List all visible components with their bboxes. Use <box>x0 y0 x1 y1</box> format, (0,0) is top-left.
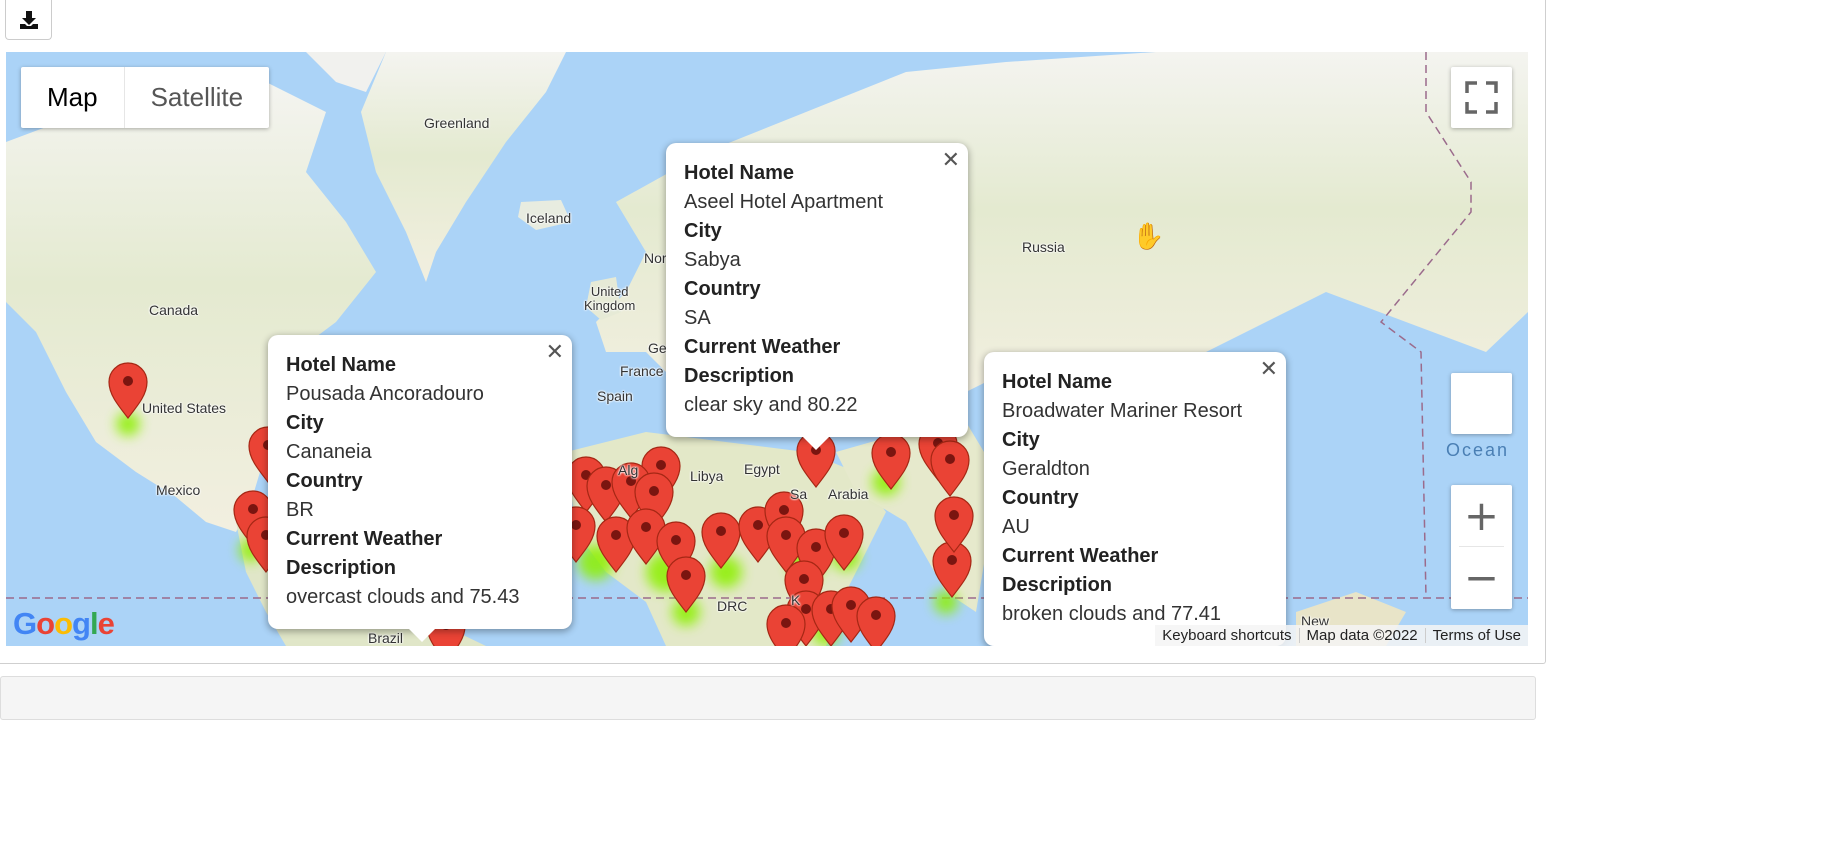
map-type-map-button[interactable]: Map <box>21 67 125 128</box>
download-icon <box>19 10 38 29</box>
country-value: SA <box>684 307 711 329</box>
label-sa: Sa <box>790 486 808 502</box>
label-drc: DRC <box>717 598 748 614</box>
close-icon[interactable]: ✕ <box>546 341 564 363</box>
fullscreen-button[interactable] <box>1451 67 1512 128</box>
zoom-out-button[interactable]: − <box>1451 547 1512 608</box>
info-window-tail <box>802 436 830 450</box>
info-window-broadwater: ✕ Hotel Name Broadwater Mariner Resort C… <box>984 352 1286 646</box>
label-arabia: Arabia <box>828 486 869 502</box>
close-icon[interactable]: ✕ <box>942 149 960 171</box>
map-type-satellite-button[interactable]: Satellite <box>125 67 270 128</box>
weather-value: clear sky and 80.22 <box>684 394 858 416</box>
terms-of-use-link[interactable]: Terms of Use <box>1424 628 1528 643</box>
country-label: Country <box>1002 487 1079 509</box>
country-value: BR <box>286 499 314 521</box>
label-k: K <box>791 592 801 608</box>
country-label: Country <box>684 278 761 300</box>
label-alg: Alg <box>618 462 639 478</box>
country-label: Country <box>286 470 363 492</box>
google-map[interactable]: ✋ Greenland Iceland Nor United Kingdom Ge… <box>6 52 1528 646</box>
hotel-name-label: Hotel Name <box>286 354 397 376</box>
weather-label: Current Weather Description <box>1002 545 1159 596</box>
info-window-tail <box>408 628 436 642</box>
fullscreen-icon <box>1465 81 1498 114</box>
info-window-aseel: ✕ Hotel Name Aseel Hotel Apartment City … <box>666 143 968 450</box>
weather-value: overcast clouds and 75.43 <box>286 586 520 608</box>
city-value: Cananeia <box>286 441 372 463</box>
label-nor: Nor <box>644 250 667 266</box>
label-russia: Russia <box>1022 239 1065 255</box>
hotel-name-value: Broadwater Mariner Resort <box>1002 400 1243 422</box>
country-value: AU <box>1002 516 1030 538</box>
map-data-text: Map data ©2022 <box>1298 628 1425 643</box>
weather-label: Current Weather Description <box>684 336 841 387</box>
zoom-control: + − <box>1451 485 1512 609</box>
label-france: France <box>620 363 664 379</box>
label-mexico: Mexico <box>156 482 201 498</box>
info-window-pousada: ✕ Hotel Name Pousada Ancoradouro City Ca… <box>268 335 572 642</box>
label-libya: Libya <box>690 468 724 484</box>
label-united-states: United States <box>142 400 227 416</box>
google-logo[interactable]: Google <box>13 606 115 642</box>
output-area <box>0 676 1536 720</box>
street-view-pegman-button[interactable] <box>1451 373 1512 434</box>
map-attribution: Keyboard shortcuts Map data ©2022 Terms … <box>1155 625 1528 646</box>
label-brazil: Brazil <box>368 630 404 646</box>
city-label: City <box>684 220 722 242</box>
weather-label: Current Weather Description <box>286 528 443 579</box>
label-iceland: Iceland <box>526 210 572 226</box>
hand-cursor-icon: ✋ <box>1132 221 1164 252</box>
city-value: Sabya <box>684 249 741 271</box>
label-uk: United Kingdom <box>584 284 636 313</box>
city-value: Geraldton <box>1002 458 1090 480</box>
hotel-name-label: Hotel Name <box>1002 371 1113 393</box>
label-greenland: Greenland <box>424 115 490 131</box>
hotel-name-label: Hotel Name <box>684 162 795 184</box>
city-label: City <box>1002 429 1040 451</box>
hotel-name-value: Aseel Hotel Apartment <box>684 191 883 213</box>
map-type-control: Map Satellite <box>21 67 270 128</box>
label-spain: Spain <box>597 388 633 404</box>
city-label: City <box>286 412 324 434</box>
label-egypt: Egypt <box>744 461 780 477</box>
keyboard-shortcuts-link[interactable]: Keyboard shortcuts <box>1155 628 1298 643</box>
close-icon[interactable]: ✕ <box>1260 358 1278 380</box>
download-button[interactable] <box>5 0 52 40</box>
zoom-in-button[interactable]: + <box>1451 485 1512 546</box>
label-canada: Canada <box>149 302 199 318</box>
hotel-name-value: Pousada Ancoradouro <box>286 383 484 405</box>
